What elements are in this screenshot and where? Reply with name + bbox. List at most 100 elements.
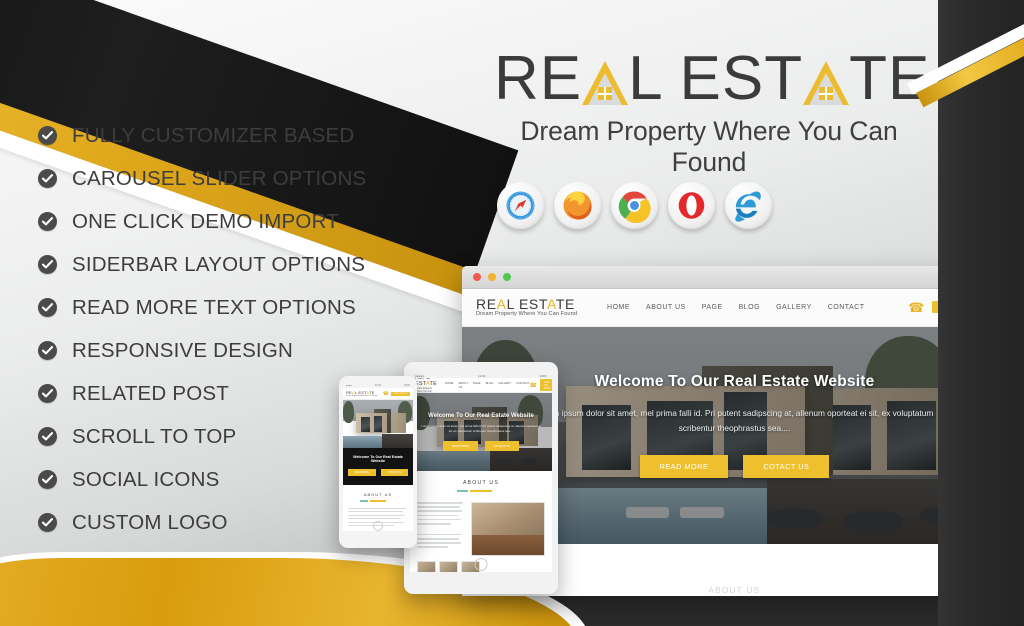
house-a-icon (803, 53, 850, 105)
phone-hero-image (343, 400, 413, 448)
tablet-about-copy (417, 502, 465, 556)
phone-logo[interactable]: REAL ESTATE Dream Property Where You Can… (346, 390, 377, 397)
tablet-thumbnail[interactable] (417, 561, 436, 572)
phone-contact-us-button[interactable]: COTACT US (380, 469, 408, 476)
tablet-hero-content: Welcome To Our Real Estate Website Lorem… (410, 413, 552, 452)
tablet-nav-link-page[interactable]: PAGE (473, 381, 481, 389)
feature-item: RESPONSIVE DESIGN (38, 329, 438, 372)
chrome-icon (611, 182, 658, 229)
feature-label: CUSTOM LOGO (72, 510, 228, 534)
tablet-screen: REAL ESTATE Dream Property Where You Can… (410, 378, 552, 572)
feature-label: READ MORE TEXT OPTIONS (72, 295, 356, 319)
check-circle-icon (38, 126, 57, 145)
nav-link-about-us[interactable]: ABOUT US (646, 304, 686, 311)
opera-icon (668, 182, 715, 229)
tablet-nav-links: HOME ABOUT US PAGE BLOG GALLERY CONTACT (445, 381, 530, 389)
browser-compatibility-icons (497, 182, 772, 229)
nav-link-page[interactable]: PAGE (702, 304, 723, 311)
feature-label: ONE CLICK DEMO IMPORT (72, 209, 339, 233)
internet-explorer-icon (725, 182, 772, 229)
tablet-call-button[interactable]: CALL US NOW (540, 379, 552, 391)
brand-name-part1: RE (494, 44, 583, 113)
phone-home-button[interactable] (373, 521, 383, 531)
tablet-home-button[interactable] (474, 558, 488, 571)
tablet-nav-link-about-us[interactable]: ABOUT US (458, 381, 468, 389)
phone-hero-content: Welcome To Our Real Estate Website READ … (343, 448, 413, 485)
maximize-icon[interactable] (503, 273, 511, 281)
tablet-about-image (471, 502, 545, 556)
close-icon[interactable] (473, 273, 481, 281)
brand-name: RE L EST TE (494, 48, 930, 110)
phone-logo-tagline: Dream Property Where You Can Found (346, 395, 378, 397)
check-circle-icon (38, 212, 57, 231)
check-circle-icon (38, 427, 57, 446)
hero-paragraph: Lorem ipsum dolor sit amet, mel prima fa… (535, 408, 934, 433)
brand-logo: RE L EST TE Dream Property Where You Can F… (494, 48, 929, 178)
feature-item: SIDERBAR LAYOUT OPTIONS (38, 243, 438, 286)
minimize-icon[interactable] (488, 273, 496, 281)
phone-screen: REAL ESTATE Dream Property Where You Can… (343, 388, 413, 531)
check-circle-icon (38, 169, 57, 188)
check-circle-icon (38, 298, 57, 317)
tablet-about-body (410, 496, 552, 556)
feature-label: SOCIAL ICONS (72, 467, 220, 491)
read-more-button[interactable]: READ MORE (639, 455, 729, 479)
nav-link-gallery[interactable]: GALLERY (776, 304, 812, 311)
nav-logo-title: REAL ESTATE (476, 295, 575, 312)
check-circle-icon (38, 255, 57, 274)
tablet-navigation: REAL ESTATE Dream Property Where You Can… (410, 378, 552, 396)
check-circle-icon (38, 470, 57, 489)
tablet-hero: Welcome To Our Real Estate Website Lorem… (410, 393, 552, 471)
phone-hero-heading: Welcome To Our Real Estate Website (353, 455, 403, 463)
nav-link-contact[interactable]: CONTACT (828, 304, 865, 311)
tablet-contact-us-button[interactable]: COTACT US (485, 441, 519, 452)
firefox-icon (554, 182, 601, 229)
tablet-hero-buttons: READ MORE COTACT US (410, 441, 552, 452)
safari-icon (497, 182, 544, 229)
contact-us-button[interactable]: COTACT US (743, 455, 830, 479)
phone-call-button[interactable]: CALL US NOW (391, 391, 410, 396)
section-divider (360, 500, 386, 502)
nav-link-home[interactable]: HOME (607, 304, 630, 311)
phone-navigation: REAL ESTATE Dream Property Where You Can… (343, 388, 413, 400)
browser-title-bar (462, 266, 1007, 289)
section-divider (457, 490, 492, 492)
nav-link-blog[interactable]: BLOG (739, 304, 760, 311)
tablet-logo-title: REAL ESTATE (415, 378, 437, 387)
phone-about-section: ABOUT US (343, 485, 413, 502)
feature-label: RELATED POST (72, 381, 229, 405)
phone-about-heading: ABOUT US (363, 492, 393, 497)
feature-label: SIDERBAR LAYOUT OPTIONS (72, 252, 366, 276)
tablet-read-more-button[interactable]: READ MORE (443, 441, 479, 452)
tablet-call-block: ☎ CALL US NOW (530, 379, 552, 391)
nav-logo[interactable]: REAL ESTATE Dream Property Where You Can… (476, 297, 577, 318)
feature-item: READ MORE TEXT OPTIONS (38, 286, 438, 329)
tablet-nav-link-blog[interactable]: BLOG (486, 381, 494, 389)
house-a-icon (582, 53, 629, 105)
phone-hero-buttons: READ MORE COTACT US (347, 469, 409, 476)
right-dark-edge (938, 0, 1024, 626)
nav-logo-tagline: Dream Property Where You Can Found (476, 311, 578, 318)
phone-read-more-button[interactable]: READ MORE (348, 469, 376, 476)
tablet-thumbnail[interactable] (439, 561, 458, 572)
feature-item: CAROUSEL SLIDER OPTIONS (38, 157, 438, 200)
nav-links: HOME ABOUT US PAGE BLOG GALLERY CONTACT (607, 304, 865, 311)
site-navigation: REAL ESTATE Dream Property Where You Can… (462, 289, 1007, 327)
promo-banner: FULLY CUSTOMIZER BASED CAROUSEL SLIDER O… (0, 0, 1024, 626)
phone-handset-icon: ☎ (382, 390, 390, 397)
feature-item: FULLY CUSTOMIZER BASED (38, 114, 438, 157)
tablet-hero-heading: Welcome To Our Real Estate Website (428, 413, 534, 419)
check-circle-icon (38, 513, 57, 532)
tablet-nav-link-gallery[interactable]: GALLERY (498, 381, 511, 389)
phone-icon: ☎ (908, 300, 925, 315)
tablet-nav-link-home[interactable]: HOME (445, 381, 453, 389)
tablet-nav-link-contact[interactable]: CONTACT (516, 381, 529, 389)
tablet-about-heading: ABOUT US (462, 480, 500, 486)
check-circle-icon (38, 341, 57, 360)
tablet-phone-icon: ☎ (529, 382, 537, 389)
tablet-about-section: ABOUT US (410, 471, 552, 496)
feature-label: SCROLL TO TOP (72, 424, 237, 448)
feature-label: FULLY CUSTOMIZER BASED (72, 123, 355, 147)
phone-call-block: ☎ CALL US NOW (383, 391, 410, 397)
feature-label: CAROUSEL SLIDER OPTIONS (72, 166, 367, 190)
